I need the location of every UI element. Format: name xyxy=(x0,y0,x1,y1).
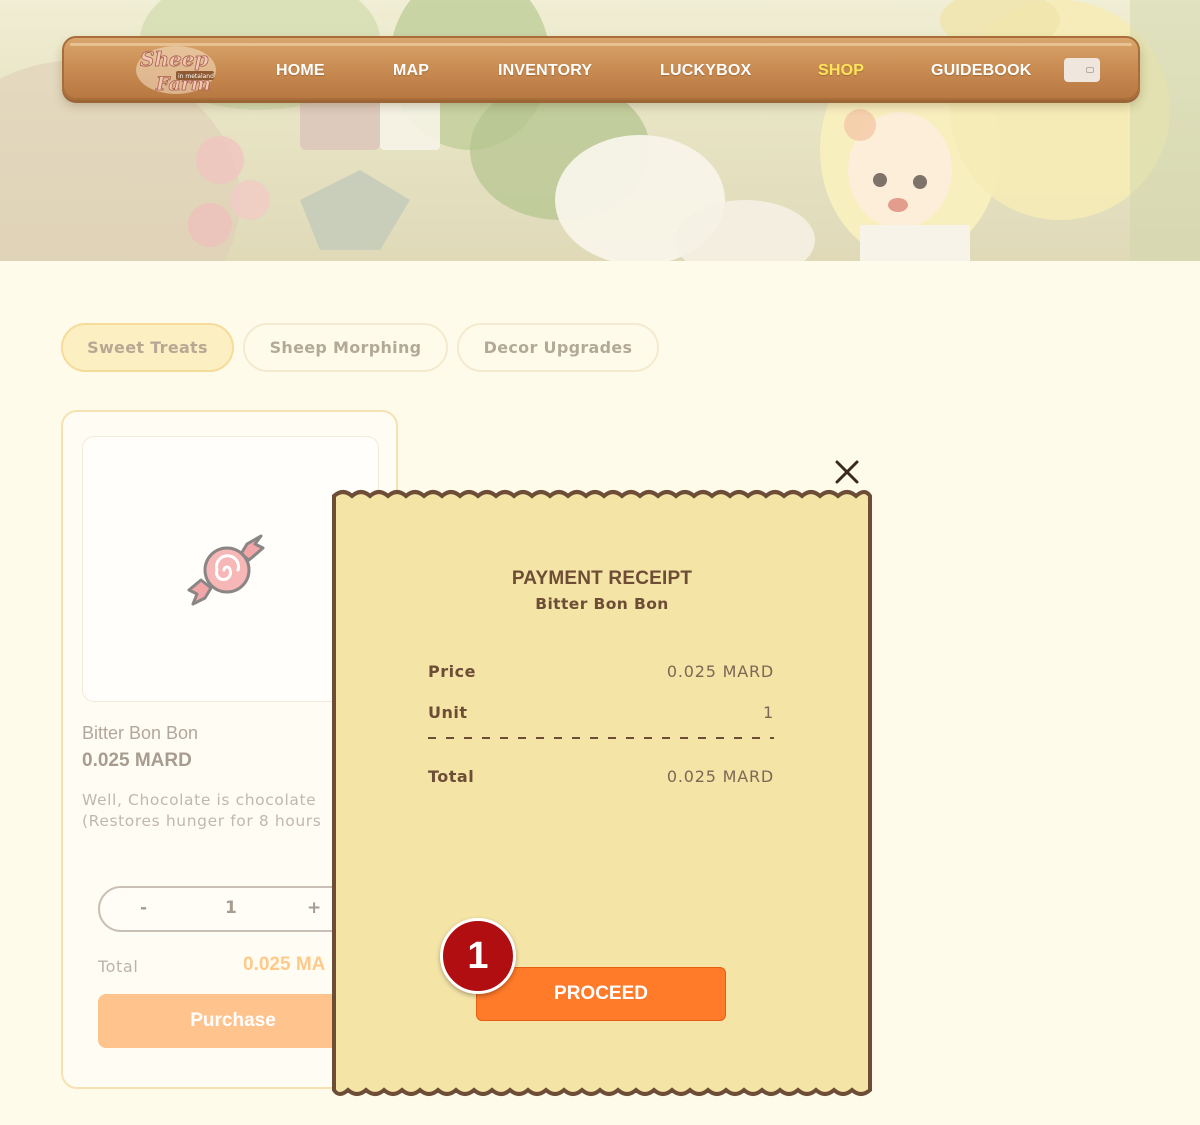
tab-sheep-morphing[interactable]: Sheep Morphing xyxy=(243,323,448,372)
total-value: 0.025 MA xyxy=(243,954,326,975)
receipt-divider xyxy=(428,737,774,739)
quantity-stepper: - 1 + xyxy=(98,886,368,932)
total-label: Total xyxy=(98,957,139,976)
candy-icon xyxy=(187,534,265,606)
receipt-price-label: Price xyxy=(428,662,476,681)
qty-increase-button[interactable]: + xyxy=(307,898,321,918)
purchase-button[interactable]: Purchase xyxy=(98,994,368,1048)
nav-home[interactable]: HOME xyxy=(276,60,325,82)
sheep-farm-logo[interactable]: Sheep Farm in metaland xyxy=(132,40,220,98)
svg-text:Sheep: Sheep xyxy=(140,47,208,71)
qty-decrease-button[interactable]: - xyxy=(140,898,147,918)
receipt-unit-value: 1 xyxy=(763,703,774,722)
close-button[interactable] xyxy=(833,458,861,486)
receipt-item-name: Bitter Bon Bon xyxy=(535,595,669,613)
nav-map[interactable]: MAP xyxy=(393,60,429,82)
tab-decor-upgrades[interactable]: Decor Upgrades xyxy=(457,323,659,372)
nav-shop[interactable]: SHOP xyxy=(818,60,864,82)
step-number-badge: 1 xyxy=(440,918,516,994)
nav-luckybox[interactable]: LUCKYBOX xyxy=(660,60,751,82)
product-name: Bitter Bon Bon xyxy=(82,723,199,743)
product-price: 0.025 MARD xyxy=(82,750,192,771)
receipt-total-label: Total xyxy=(428,767,475,786)
svg-text:in metaland: in metaland xyxy=(178,73,214,80)
nav-guidebook[interactable]: GUIDEBOOK xyxy=(931,60,1031,82)
receipt-total-value: 0.025 MARD xyxy=(666,767,774,786)
main-nav: Sheep Farm in metaland HOME MAP INVENTOR… xyxy=(62,36,1140,100)
wallet-button[interactable] xyxy=(1064,58,1100,82)
receipt-price-value: 0.025 MARD xyxy=(666,662,774,681)
nav-inventory[interactable]: INVENTORY xyxy=(498,60,592,82)
close-icon xyxy=(835,460,859,484)
receipt-title: PAYMENT RECEIPT xyxy=(511,568,693,589)
tab-sweet-treats[interactable]: Sweet Treats xyxy=(61,323,234,372)
wallet-icon xyxy=(1086,67,1094,73)
receipt-unit-label: Unit xyxy=(428,703,468,722)
proceed-button[interactable]: PROCEED xyxy=(476,967,726,1021)
qty-value[interactable]: 1 xyxy=(225,898,237,918)
